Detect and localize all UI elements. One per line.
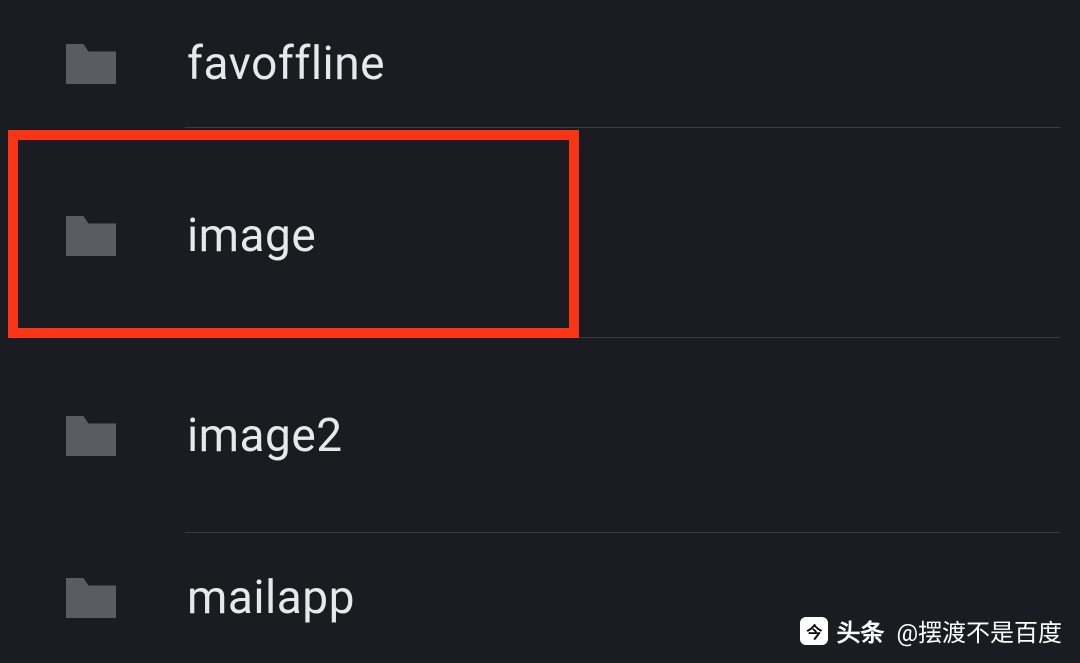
folder-icon <box>60 573 122 623</box>
watermark: 今 头条 @摆渡不是百度 <box>800 613 1062 648</box>
folder-name-label: favoffline <box>187 37 385 91</box>
folder-icon <box>60 39 122 89</box>
divider <box>185 127 1060 128</box>
folder-item-image2[interactable]: image2 <box>0 338 1080 533</box>
folder-list: favoffline image image2 mailapp <box>0 0 1080 663</box>
watermark-brand-label: 头条 <box>836 613 884 648</box>
folder-name-label: image2 <box>187 409 343 463</box>
folder-name-label: image <box>187 209 316 263</box>
watermark-logo-icon: 今 <box>800 617 828 645</box>
folder-item-favoffline[interactable]: favoffline <box>0 0 1080 128</box>
folder-icon <box>60 411 122 461</box>
folder-name-label: mailapp <box>187 571 355 625</box>
folder-item-image[interactable]: image <box>0 133 1080 338</box>
folder-icon <box>60 211 122 261</box>
watermark-handle-label: @摆渡不是百度 <box>896 613 1062 648</box>
